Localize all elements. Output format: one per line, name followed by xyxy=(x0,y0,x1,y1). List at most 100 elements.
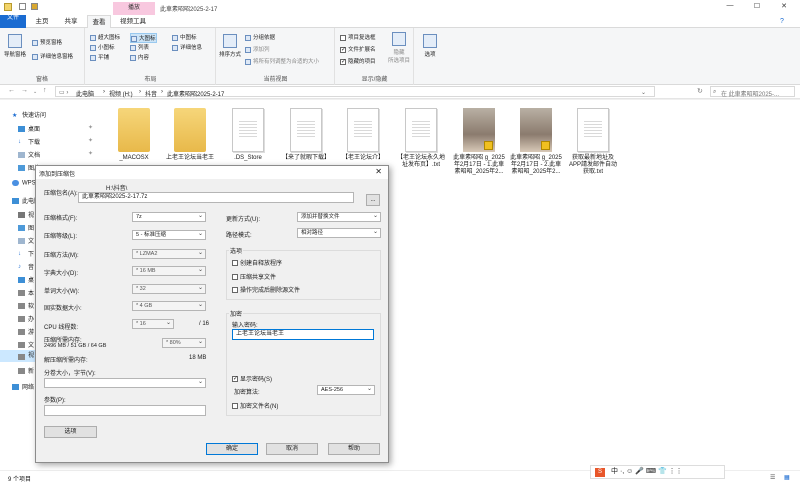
help-icon[interactable]: ? xyxy=(780,18,784,25)
chevron-down-icon[interactable]: ⌄ xyxy=(641,89,646,96)
item-checkbox-toggle[interactable]: 项目复选框 xyxy=(340,33,376,41)
file-item[interactable]: .DS_Store xyxy=(222,108,274,162)
nav-pc-item[interactable]: 办 xyxy=(18,314,34,323)
nav-pc-item[interactable]: 软 xyxy=(18,301,34,310)
minimize-icon[interactable]: — xyxy=(725,2,735,12)
tab-home[interactable]: 主页 xyxy=(29,15,55,28)
ok-button[interactable]: 确定 xyxy=(206,443,258,455)
layout-large[interactable]: 大图标 xyxy=(130,33,157,43)
mem-percent-select[interactable]: * 80% xyxy=(162,338,206,348)
file-item[interactable]: 【老王论坛永久地址发布页】.txt xyxy=(395,108,447,169)
cancel-button[interactable]: 取消 xyxy=(266,443,318,455)
fit-columns-button[interactable]: 将所有列调整为合适的大小 xyxy=(245,57,319,65)
nav-pc-item[interactable]: 本 xyxy=(18,288,34,297)
show-password-checkbox[interactable]: 显示密码(S) xyxy=(232,374,272,383)
layout-tiles[interactable]: 平铺 xyxy=(90,53,109,61)
close-icon[interactable]: ✕ xyxy=(779,2,789,12)
breadcrumb-drive[interactable]: 视频 (H:) xyxy=(109,89,133,98)
layout-content[interactable]: 内容 xyxy=(130,53,149,61)
enc-method-select[interactable]: AES-256 xyxy=(317,385,375,395)
add-column-button[interactable]: 添加列 xyxy=(245,45,270,53)
tab-file[interactable]: 文件 xyxy=(0,15,26,28)
preview-pane-button[interactable]: 预览窗格 xyxy=(32,38,62,46)
recent-locations-icon[interactable]: ⌄ xyxy=(33,89,37,95)
layout-medium[interactable]: 中图标 xyxy=(172,33,197,41)
maximize-icon[interactable]: ☐ xyxy=(752,2,762,12)
hide-selected-button[interactable]: 隐藏 所选项目 xyxy=(388,32,410,64)
password-input[interactable]: 上老王论坛当老王 xyxy=(232,329,374,340)
breadcrumb-current[interactable]: 此車素昭昭2025-2-17 xyxy=(167,89,224,98)
nav-pc-item[interactable]: 文 xyxy=(18,236,34,245)
split-select[interactable] xyxy=(44,378,206,388)
encrypt-names-checkbox[interactable]: 加密文件名(N) xyxy=(232,401,278,410)
solid-select[interactable]: * 4 GB xyxy=(132,301,206,311)
nav-pc-item[interactable]: 新 xyxy=(18,366,34,375)
file-item[interactable]: 获取最新地址及APP請发邮件自动获取.txt xyxy=(567,108,619,176)
file-item[interactable]: 上老王论坛当老王 xyxy=(164,108,216,162)
layout-list[interactable]: 列表 xyxy=(130,43,149,51)
delete-after-checkbox[interactable]: 操作完成后删除源文件 xyxy=(232,285,300,294)
nav-pc-item[interactable]: 图 xyxy=(18,223,34,232)
nav-downloads[interactable]: ↓ 下载 ✦ xyxy=(18,137,93,146)
tab-share[interactable]: 共享 xyxy=(58,15,84,28)
large-icons-view-icon[interactable]: ▦ xyxy=(784,474,790,481)
shared-files-checkbox[interactable]: 压缩共享文件 xyxy=(232,272,276,281)
nav-pc-item[interactable]: ↓ 下 xyxy=(18,249,34,258)
breadcrumb-pc[interactable]: 此电脑 xyxy=(76,89,94,98)
level-select[interactable]: 5 - 标准压缩 xyxy=(132,230,206,240)
options-button[interactable]: 选项 xyxy=(419,34,441,58)
nav-pc-item[interactable]: ♪ 音 xyxy=(18,262,34,271)
search-input[interactable]: ⌕ 在 此車素昭昭2025-... xyxy=(710,86,795,98)
file-ext-toggle[interactable]: 文件扩展名 xyxy=(340,45,376,53)
archive-name-input[interactable]: 此車素昭昭2025-2-17.7z xyxy=(78,192,354,203)
details-pane-button[interactable]: 详细信息窗格 xyxy=(32,52,73,60)
details-view-icon[interactable]: ☰ xyxy=(770,474,775,481)
nav-pc-item[interactable]: 游 xyxy=(18,327,34,336)
format-select[interactable]: 7z xyxy=(132,212,206,222)
file-item[interactable]: 【老王论坛介】 xyxy=(337,108,389,162)
nav-pane-button[interactable]: 导航窗格 xyxy=(4,34,26,58)
nav-quick-access[interactable]: ★ 快速访问 xyxy=(12,110,46,119)
update-select[interactable]: 添加并替换文件 xyxy=(297,212,381,222)
options-button[interactable]: 选项 xyxy=(44,426,97,438)
back-icon[interactable]: ← xyxy=(8,87,15,94)
cpu-select[interactable]: * 16 xyxy=(132,319,174,329)
method-select[interactable]: * LZMA2 xyxy=(132,249,206,259)
new-folder-icon[interactable] xyxy=(31,3,38,10)
file-item[interactable]: _MACOSX xyxy=(108,108,160,162)
group-by-button[interactable]: 分组依据 xyxy=(245,33,275,41)
browse-button[interactable]: ... xyxy=(366,194,380,206)
nav-wps[interactable]: WPS xyxy=(12,180,36,187)
up-icon[interactable]: ↑ xyxy=(43,87,47,94)
params-input[interactable] xyxy=(44,405,206,416)
nav-pc-item[interactable]: 文 xyxy=(18,340,34,349)
layout-extra-large[interactable]: 超大图标 xyxy=(90,33,120,41)
ime-toolbar[interactable]: S 中 ·, ☺ 🎤 ⌨ 👕 ⋮⋮ xyxy=(590,465,725,479)
nav-pc-item[interactable]: 桌 xyxy=(18,275,34,284)
nav-desktop[interactable]: 桌面 ✦ xyxy=(18,124,93,133)
path-mode-select[interactable]: 相对路径 xyxy=(297,228,381,238)
nav-network[interactable]: 网络 xyxy=(12,382,34,391)
sort-button[interactable]: 排序方式 xyxy=(219,34,241,58)
layout-small[interactable]: 小图标 xyxy=(90,43,115,51)
tab-view[interactable]: 查看 xyxy=(87,15,111,28)
word-select[interactable]: * 32 xyxy=(132,284,206,294)
refresh-icon[interactable]: ↻ xyxy=(697,87,703,95)
close-icon[interactable]: ✕ xyxy=(375,167,382,176)
hidden-items-toggle[interactable]: 隐藏的项目 xyxy=(340,57,376,65)
address-bar[interactable]: ▭ › 此电脑 › 视频 (H:) › 抖音 › 此車素昭昭2025-2-17 … xyxy=(55,86,655,98)
breadcrumb-douyin[interactable]: 抖音 xyxy=(145,89,157,98)
file-item[interactable]: 【来了就暇下载】 xyxy=(280,108,332,162)
context-tab-play[interactable]: 播放 xyxy=(113,2,155,15)
dict-select[interactable]: * 16 MB xyxy=(132,266,206,276)
layout-details[interactable]: 详细信息 xyxy=(172,43,202,51)
forward-icon[interactable]: → xyxy=(21,87,28,94)
file-item[interactable]: 此車素昭昭 g_2025年2月17日 - 2.此車素昭昭_2025年2... xyxy=(510,108,562,176)
nav-pc-item[interactable]: 视 xyxy=(18,210,34,219)
sfx-checkbox[interactable]: 创建自释放程序 xyxy=(232,258,282,267)
help-button[interactable]: 帮助 xyxy=(328,443,380,455)
tab-video-tools[interactable]: 视频工具 xyxy=(115,15,151,28)
nav-documents[interactable]: 文档 ✦ xyxy=(18,150,93,159)
checkbox-icon[interactable] xyxy=(19,3,26,10)
file-item[interactable]: 此車素昭昭 g_2025年2月17日 - 1.此車素昭昭_2025年2... xyxy=(453,108,505,176)
